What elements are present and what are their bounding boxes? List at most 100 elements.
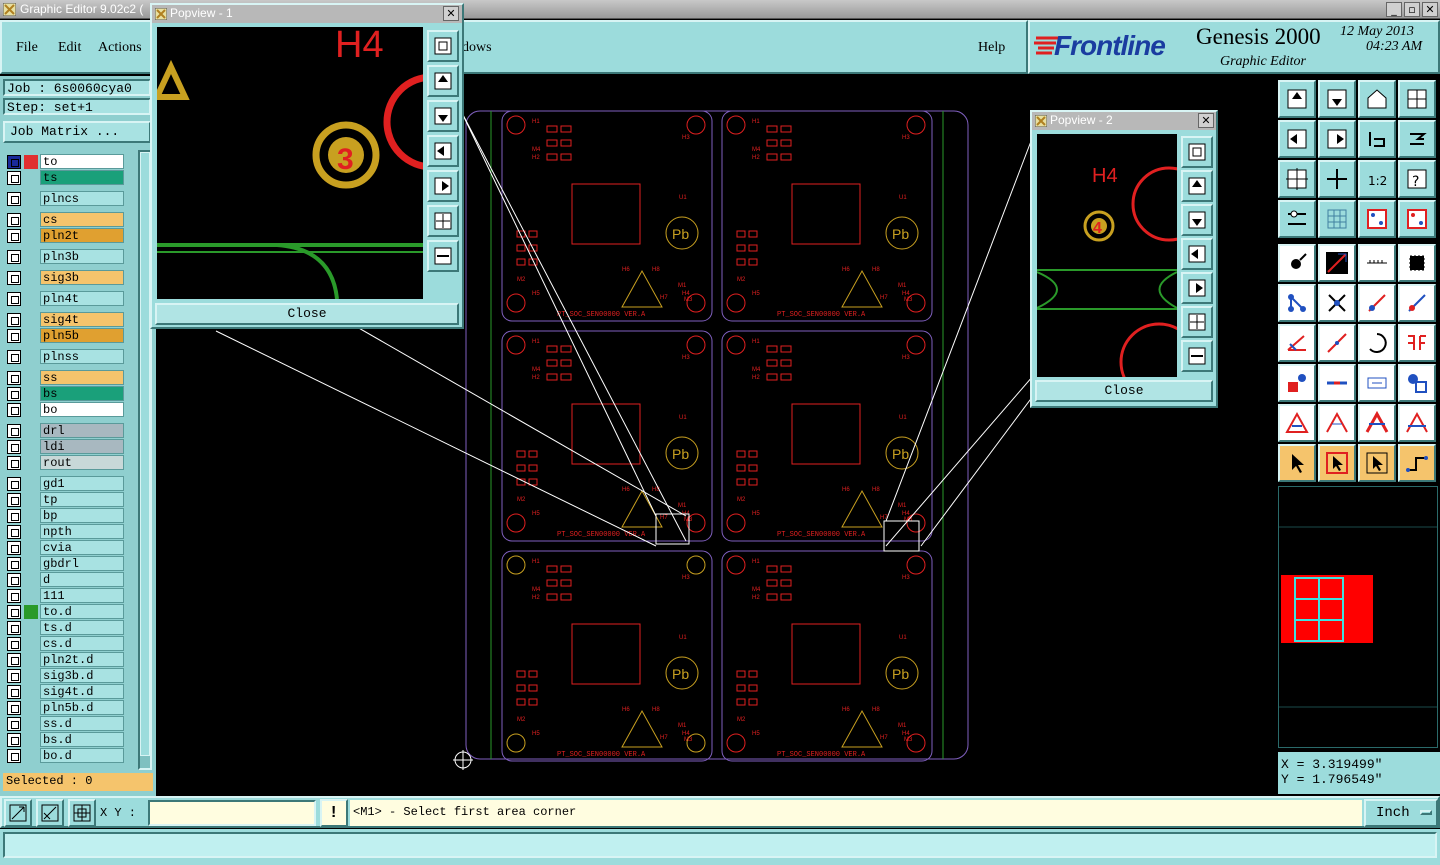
layer-name[interactable]: 111 (40, 588, 124, 603)
layer-row-bs[interactable]: bs (6, 386, 124, 401)
layer-row-plnss[interactable]: plnss (6, 349, 124, 364)
popview-2-zoom-fit-button[interactable] (1181, 136, 1213, 168)
layer-name[interactable]: drl (40, 423, 124, 438)
layer-checkbox[interactable] (7, 493, 21, 507)
layer-checkbox[interactable] (7, 557, 21, 571)
home-down-button[interactable] (1318, 80, 1356, 118)
layer-checkbox[interactable] (7, 456, 21, 470)
layer-row-bo-d[interactable]: bo.d (6, 748, 124, 763)
layer-name[interactable]: pln2t.d (40, 652, 124, 667)
popview-1-zoom-in-button[interactable] (427, 205, 459, 237)
layer-name[interactable]: sig4t (40, 312, 124, 327)
layer-row-pln3b[interactable]: pln3b (6, 249, 124, 264)
layer-checkbox[interactable] (7, 717, 21, 731)
layer-checkbox[interactable] (7, 701, 21, 715)
cross-button[interactable] (1318, 284, 1356, 322)
layer-row-ts-d[interactable]: ts.d (6, 620, 124, 635)
layer-name[interactable]: pln3b (40, 249, 124, 264)
layer-name[interactable]: ss (40, 370, 124, 385)
layer-row-sig3b[interactable]: sig3b (6, 270, 124, 285)
layer-name[interactable]: sig3b.d (40, 668, 124, 683)
layer-checkbox[interactable] (7, 229, 21, 243)
tools-button[interactable] (1278, 200, 1316, 238)
route-button[interactable] (1398, 444, 1436, 482)
zoom-fit-button[interactable] (1278, 160, 1316, 198)
layer-row-rout[interactable]: rout (6, 455, 124, 470)
layer-name[interactable]: pln4t (40, 291, 124, 306)
layer-name[interactable]: cs.d (40, 636, 124, 651)
layer-checkbox[interactable] (7, 387, 21, 401)
layer-checkbox[interactable] (7, 733, 21, 747)
layer-checkbox[interactable] (7, 669, 21, 683)
layer-row-pln4t[interactable]: pln4t (6, 291, 124, 306)
layer-checkbox[interactable] (7, 637, 21, 651)
triangle-3-button[interactable] (1358, 404, 1396, 442)
draw-line-button[interactable] (1278, 324, 1316, 362)
layer-row-111[interactable]: 111 (6, 588, 124, 603)
layer-row-to[interactable]: to (6, 154, 124, 169)
overview-panel[interactable] (1278, 486, 1438, 748)
layer-name[interactable]: bs (40, 386, 124, 401)
alert-button[interactable]: ! (320, 799, 348, 827)
layer-name[interactable]: gd1 (40, 476, 124, 491)
net-red-2-button[interactable] (1398, 200, 1436, 238)
pointer-sel-button[interactable] (1358, 444, 1396, 482)
layer-checkbox[interactable] (7, 573, 21, 587)
layer-row-plncs[interactable]: plncs (6, 191, 124, 206)
layer-row-ss-d[interactable]: ss.d (6, 716, 124, 731)
menu-actions[interactable]: Actions (98, 40, 142, 56)
group-button[interactable] (1398, 364, 1436, 402)
layer-row-gd1[interactable]: gd1 (6, 476, 124, 491)
popview-1-close-button[interactable]: Close (155, 303, 459, 325)
layer-row-ldi[interactable]: ldi (6, 439, 124, 454)
connect-button[interactable] (1278, 284, 1316, 322)
popview-1-pan-right-button[interactable] (427, 170, 459, 202)
layer-name[interactable]: pln5b (40, 328, 124, 343)
add-line-button[interactable] (1318, 244, 1356, 282)
popview-2-zoom-in-button[interactable] (1181, 306, 1213, 338)
layer-checkbox[interactable] (7, 509, 21, 523)
xy-input[interactable] (148, 800, 316, 826)
layer-row-to-d[interactable]: to.d (6, 604, 124, 619)
popview-1-zoom-out-button[interactable] (427, 240, 459, 272)
zoom-area-button[interactable] (4, 799, 32, 827)
zoom-home-button[interactable] (1318, 160, 1356, 198)
arc-button[interactable] (1358, 324, 1396, 362)
layer-name[interactable]: plncs (40, 191, 124, 206)
layer-row-pln5b-d[interactable]: pln5b.d (6, 700, 124, 715)
layer-name[interactable]: plnss (40, 349, 124, 364)
layer-name[interactable]: pln5b.d (40, 700, 124, 715)
select-area-button[interactable] (1398, 244, 1436, 282)
layer-checkbox[interactable] (7, 371, 21, 385)
layer-name[interactable]: sig4t.d (40, 684, 124, 699)
menu-help[interactable]: Help (978, 40, 1005, 56)
ratio-button[interactable]: 1:2 (1358, 160, 1396, 198)
layer-row-pln2t-d[interactable]: pln2t.d (6, 652, 124, 667)
popview-2-pan-right-button[interactable] (1181, 272, 1213, 304)
popview-1-pan-down-button[interactable] (427, 100, 459, 132)
popview-2-zoom-out-button[interactable] (1181, 340, 1213, 372)
layer-name[interactable]: cs (40, 212, 124, 227)
menu-windows[interactable]: dows (462, 40, 492, 56)
popview-1-pan-up-button[interactable] (427, 65, 459, 97)
popview-2-close-button[interactable]: Close (1035, 380, 1213, 402)
close-icon[interactable]: ✕ (1422, 2, 1438, 17)
layer-checkbox[interactable] (7, 292, 21, 306)
triangle-4-button[interactable] (1398, 404, 1436, 442)
layer-name[interactable]: ss.d (40, 716, 124, 731)
help-button[interactable]: ? (1398, 160, 1436, 198)
layer-row-pln2t[interactable]: pln2t (6, 228, 124, 243)
layer-checkbox[interactable] (7, 605, 21, 619)
layer-row-bs-d[interactable]: bs.d (6, 732, 124, 747)
layer-name[interactable]: gbdrl (40, 556, 124, 571)
layer-name[interactable]: to.d (40, 604, 124, 619)
popview-2-pan-down-button[interactable] (1181, 204, 1213, 236)
layer-checkbox[interactable] (7, 403, 21, 417)
popview-2-pan-left-button[interactable] (1181, 238, 1213, 270)
layer-row-bo[interactable]: bo (6, 402, 124, 417)
layer-row-ts[interactable]: ts (6, 170, 124, 185)
layer-name[interactable]: ts (40, 170, 124, 185)
scrollbar-thumb[interactable] (140, 152, 150, 756)
layer-row-cs[interactable]: cs (6, 212, 124, 227)
pan-right-button[interactable] (1318, 120, 1356, 158)
